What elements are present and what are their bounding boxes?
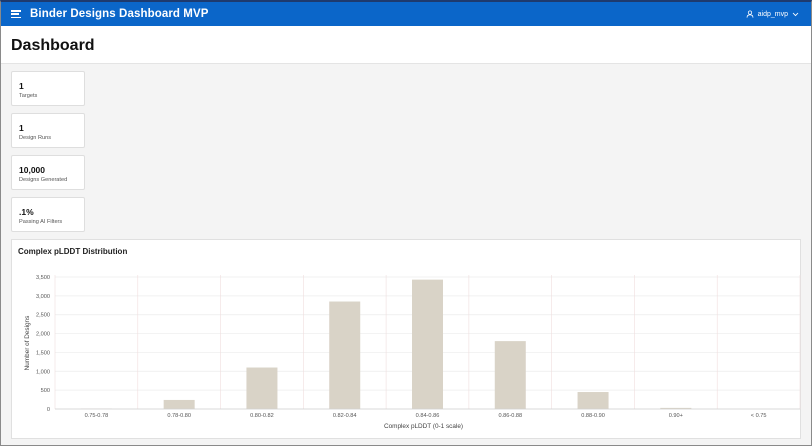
metric-card-passing-filters: .1% Passing AI Filters [11, 197, 85, 232]
metric-card-designs-generated: 10,000 Designs Generated [11, 155, 85, 190]
y-tick-label: 3,000 [36, 294, 50, 300]
chart-region: Complex pLDDT Distribution 0 500 1,000 1,50… [11, 239, 801, 439]
bar [163, 399, 195, 409]
metric-label: Targets [19, 93, 38, 99]
bar [329, 301, 361, 409]
x-tick-label: 0.84-0.86 [416, 413, 440, 419]
y-tick-label: 2,000 [36, 332, 50, 338]
metric-label: Designs Generated [19, 177, 68, 183]
y-tick-label: 1,500 [36, 350, 50, 356]
bar-chart: 0 500 1,000 1,500 2,000 2,500 3,000 3,500 0.75-0… [24, 275, 801, 430]
metric-value: 10,000 [19, 165, 45, 175]
metric-card-design-runs: 1 Design Runs [11, 113, 85, 148]
metric-card-targets: 1 Targets [11, 71, 85, 106]
y-tick-label: 3,500 [36, 275, 50, 281]
x-tick-label: 0.80-0.82 [250, 413, 274, 419]
bar [577, 392, 609, 409]
metric-label: Design Runs [19, 135, 52, 141]
x-axis-title: Complex pLDDT (0-1 scale) [384, 423, 463, 430]
x-tick-label: 0.90+ [669, 413, 683, 419]
username: aidp_mvp [757, 10, 788, 18]
x-tick-label: < 0.75 [751, 413, 767, 419]
y-tick-label: 1,000 [36, 369, 50, 375]
user-icon [746, 10, 754, 18]
y-tick-label: 0 [47, 407, 50, 413]
app-title[interactable]: Binder Designs Dashboard MVP [30, 8, 209, 20]
y-tick-label: 500 [41, 388, 50, 394]
y-tick-label: 2,500 [36, 313, 50, 319]
bar [494, 341, 526, 409]
metric-label: Passing AI Filters [19, 219, 63, 225]
x-tick-label: 0.82-0.84 [333, 413, 357, 419]
app-header: Binder Designs Dashboard MVP aidp_mvp [1, 2, 811, 26]
x-tick-label: 0.88-0.90 [581, 413, 605, 419]
x-tick-label: 0.75-0.78 [85, 413, 109, 419]
page-title-bar: Dashboard [1, 26, 811, 64]
bar [412, 279, 443, 409]
metric-value: 1 [19, 81, 24, 91]
chevron-down-icon [792, 12, 799, 16]
page-title: Dashboard [11, 37, 95, 54]
metric-value: 1 [19, 123, 24, 133]
y-axis-title: Number of Designs [24, 316, 31, 371]
bar [246, 367, 278, 409]
x-tick-label: 0.86-0.88 [498, 413, 522, 419]
user-menu[interactable]: aidp_mvp [746, 10, 799, 18]
hamburger-menu-icon[interactable] [11, 10, 21, 18]
metric-value: .1% [19, 207, 34, 217]
x-tick-label: 0.78-0.80 [167, 413, 191, 419]
